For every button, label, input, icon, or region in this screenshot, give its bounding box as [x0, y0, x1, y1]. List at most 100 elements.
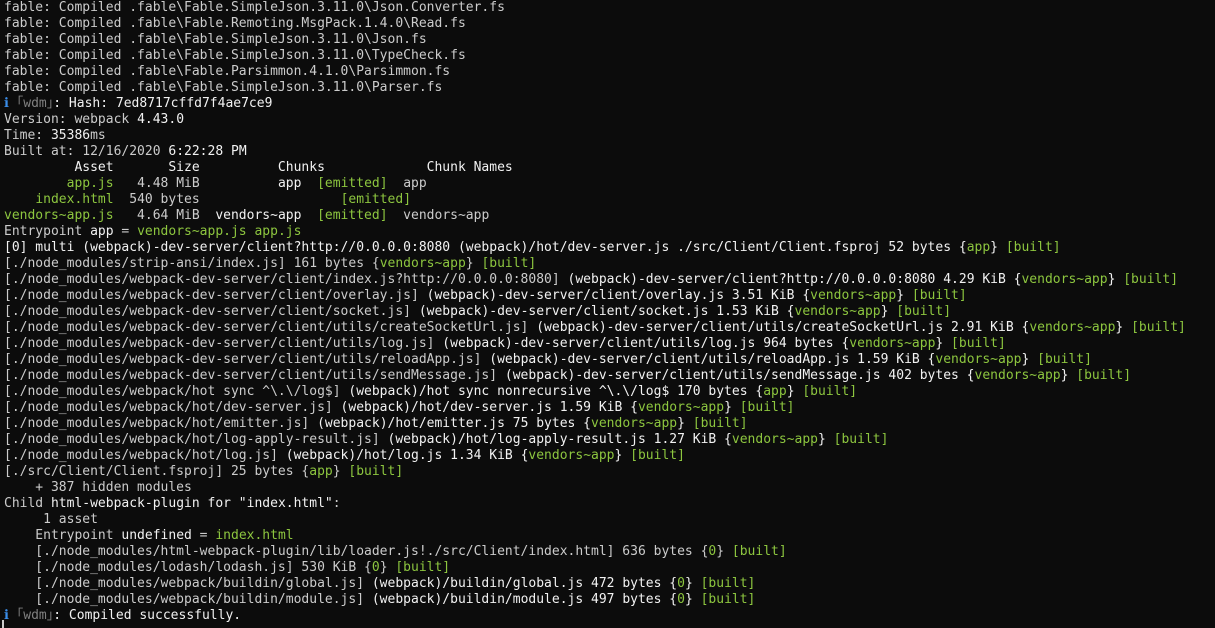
terminal-text-segment: vendors~app.js	[4, 208, 114, 223]
terminal-text-segment: (webpack)-dev-server/client?http://0.0.0…	[567, 272, 1022, 287]
terminal-text-segment: [./node_modules/webpack/hot/emitter.js]	[4, 416, 318, 431]
terminal-text-segment: }	[716, 544, 732, 559]
terminal-text-segment: 540 bytes	[113, 192, 341, 207]
terminal-line: ℹ ｢wdm｣: Compiled successfully.	[4, 608, 1215, 624]
terminal-text-segment: app	[387, 176, 427, 191]
terminal-text-segment: }	[935, 336, 952, 351]
terminal-line: [./node_modules/webpack-dev-server/clien…	[4, 336, 1215, 352]
terminal-line: [./node_modules/webpack/hot/log.js] (web…	[4, 448, 1215, 464]
terminal-line: [./node_modules/webpack/buildin/module.j…	[4, 592, 1215, 608]
terminal-line: index.html 540 bytes [emitted]	[4, 192, 1215, 208]
terminal-line: [0] multi (webpack)-dev-server/client?ht…	[4, 240, 1215, 256]
terminal-text-segment: Version: webpack	[4, 112, 138, 127]
terminal-text-segment: [built]	[481, 256, 537, 271]
terminal-text-segment: app.js	[66, 176, 114, 191]
terminal-text-segment: =	[191, 528, 216, 543]
terminal-text-segment: [./node_modules/webpack-dev-server/clien…	[4, 288, 427, 303]
terminal-text-segment: Child	[4, 496, 51, 511]
terminal-line: vendors~app.js 4.64 MiB vendors~app [emi…	[4, 208, 1215, 224]
terminal-text-segment: vendors~app	[215, 208, 302, 223]
terminal-line: Built at: 12/16/2020 6:22:28 PM	[4, 144, 1215, 160]
terminal-text-segment: (webpack)/hot/emitter.js 75 bytes {	[317, 416, 592, 431]
terminal-line: Asset Size Chunks Chunk Names	[4, 160, 1215, 176]
terminal-text-segment: [built]	[700, 592, 756, 607]
terminal-text-segment: [./src/Client/Client.fsproj] 25 bytes {	[4, 464, 310, 479]
terminal-text-segment: }	[817, 432, 834, 447]
terminal-text-segment: fable: Compiled .fable\Fable.SimpleJson.…	[4, 32, 427, 47]
terminal-line: 1 asset	[4, 512, 1215, 528]
terminal-text-segment: vendors~app	[731, 432, 818, 447]
terminal-text-segment: undefined	[121, 528, 192, 543]
terminal-text-segment: app	[966, 240, 991, 255]
terminal-text-segment: (webpack)-dev-server/client/utils/sendMe…	[504, 368, 975, 383]
terminal-line: fable: Compiled .fable\Fable.SimpleJson.…	[4, 32, 1215, 48]
terminal-text-segment: [built]	[802, 384, 858, 399]
terminal-text-segment: vendors~app	[794, 304, 881, 319]
terminal-text-segment: :	[332, 496, 341, 511]
terminal-line: [./node_modules/webpack-dev-server/clien…	[4, 304, 1215, 320]
terminal-text-segment: [built]	[1131, 320, 1186, 335]
terminal-text-segment: [./node_modules/webpack-dev-server/clien…	[4, 272, 568, 287]
terminal-text-segment: [built]	[896, 304, 952, 319]
terminal-text-segment: (webpack)/hot/log-apply-result.js 1.27 K…	[387, 432, 732, 447]
terminal-text-segment: [built]	[700, 576, 756, 591]
terminal-text-segment: html-webpack-plugin for "index.html"	[50, 496, 333, 511]
terminal-text-segment: [built]	[1123, 272, 1179, 287]
terminal-text-segment: (webpack)/hot/log.js 1.34 KiB {	[285, 448, 529, 463]
terminal-text-segment: vendors~app	[379, 256, 466, 271]
terminal-text-segment: vendors~app	[974, 368, 1061, 383]
terminal-text-segment: [emitted]	[317, 176, 388, 191]
terminal-text-segment: (webpack)/hot/dev-server.js 1.59 KiB {	[340, 400, 638, 415]
terminal-text-segment: ｢wdm｣	[8, 96, 54, 111]
terminal-text-segment: Asset Size Chunks Chunk Names	[4, 160, 513, 175]
terminal-text-segment: [built]	[1005, 240, 1061, 255]
terminal-text-segment: [built]	[630, 448, 685, 463]
terminal-text-segment: Built at: 12/16/2020	[4, 144, 169, 159]
terminal-text-segment: }	[332, 464, 349, 479]
terminal-text-segment: 6:22:28 PM	[168, 144, 247, 159]
terminal-text-segment: [./node_modules/webpack/hot/log-apply-re…	[4, 432, 388, 447]
terminal-text-segment: 0	[677, 576, 685, 591]
terminal-text-segment: }	[677, 416, 693, 431]
terminal-text-segment: [built]	[1037, 352, 1092, 367]
terminal-text-segment: fable: Compiled .fable\Fable.Remoting.Ms…	[4, 16, 466, 31]
terminal-text-segment: 1 asset	[4, 512, 98, 527]
terminal-text-segment: (webpack)-dev-server/client/utils/log.js…	[442, 336, 850, 351]
terminal-text-segment: [./node_modules/webpack-dev-server/clien…	[4, 320, 537, 335]
terminal-text-segment: (webpack)-dev-server/client/socket.js 1.…	[418, 304, 795, 319]
terminal-line: fable: Compiled .fable\Fable.Remoting.Ms…	[4, 16, 1215, 32]
terminal-line: Version: webpack 4.43.0	[4, 112, 1215, 128]
terminal-text-segment: }	[684, 592, 701, 607]
terminal-text-segment: : Hash: 7ed8717cffd7f4ae7ce9	[53, 96, 273, 111]
terminal-line: fable: Compiled .fable\Fable.SimpleJson.…	[4, 80, 1215, 96]
terminal-text-segment: ｢wdm｣	[8, 608, 54, 623]
terminal-text-segment: vendors~app	[849, 336, 936, 351]
terminal-text-segment: [./node_modules/webpack-dev-server/clien…	[4, 336, 443, 351]
terminal-line: fable: Compiled .fable\Fable.SimpleJson.…	[4, 0, 1215, 16]
terminal-text-segment: [./node_modules/webpack/hot/dev-server.j…	[4, 400, 341, 415]
terminal-line: [./node_modules/webpack/hot/dev-server.j…	[4, 400, 1215, 416]
terminal-text-segment: [./node_modules/webpack/hot/log.js]	[4, 448, 286, 463]
terminal-line: Entrypoint app = vendors~app.js app.js	[4, 224, 1215, 240]
terminal-text-segment: [./node_modules/webpack-dev-server/clien…	[4, 352, 490, 367]
terminal-line: fable: Compiled .fable\Fable.SimpleJson.…	[4, 48, 1215, 64]
terminal-text-segment: }	[1107, 272, 1124, 287]
terminal-line: Child html-webpack-plugin for "index.htm…	[4, 496, 1215, 512]
terminal-text-segment: }	[880, 304, 897, 319]
terminal-text-segment: [./node_modules/webpack/buildin/global.j…	[4, 576, 372, 591]
terminal-text-segment: fable: Compiled .fable\Fable.SimpleJson.…	[4, 0, 505, 15]
terminal-text-segment: =	[113, 224, 138, 239]
terminal-window[interactable]: fable: Compiled .fable\Fable.SimpleJson.…	[0, 0, 1215, 628]
terminal-text-segment: }	[786, 384, 803, 399]
terminal-text-segment: ms	[90, 128, 106, 143]
terminal-text-segment: (webpack)-dev-server/client/utils/reload…	[489, 352, 936, 367]
terminal-text-segment: + 387 hidden modules	[4, 480, 192, 495]
terminal-line: [./node_modules/webpack-dev-server/clien…	[4, 352, 1215, 368]
terminal-text-segment: [./node_modules/webpack/hot sync ^\.\/lo…	[4, 384, 349, 399]
terminal-text-segment: }	[724, 400, 740, 415]
terminal-text-segment: }	[465, 256, 482, 271]
terminal-text-segment: vendors~app	[387, 208, 490, 223]
terminal-text-segment: index.html	[35, 192, 114, 207]
terminal-line: [./node_modules/webpack/buildin/global.j…	[4, 576, 1215, 592]
terminal-text-segment: 35386	[50, 128, 91, 143]
